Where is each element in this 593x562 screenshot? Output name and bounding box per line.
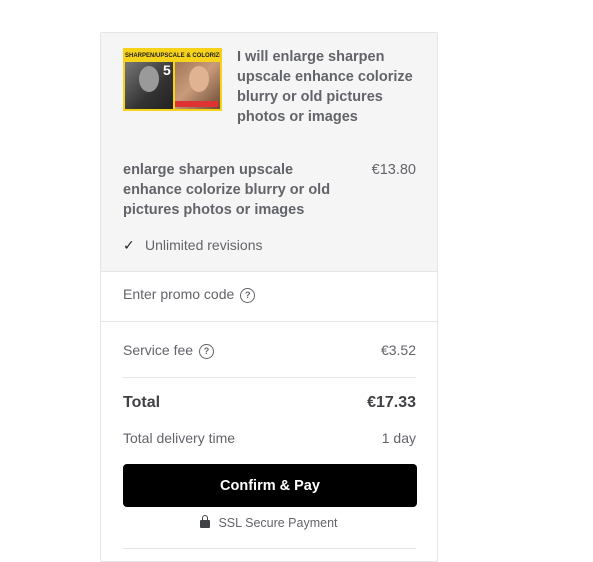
- service-fee-row: Service fee? €3.52: [123, 339, 416, 361]
- lock-icon: [200, 515, 211, 528]
- delivery-time-label: Total delivery time: [123, 430, 236, 446]
- delivery-time-row: Total delivery time 1 day: [123, 428, 416, 448]
- service-fee-label-group: Service fee?: [123, 339, 215, 361]
- package-title: enlarge sharpen upscale enhance colorize…: [123, 162, 331, 218]
- gig-title[interactable]: I will enlarge sharpen upscale enhance c…: [237, 47, 423, 127]
- thumbnail-number: 5: [163, 62, 171, 78]
- ssl-label: SSL Secure Payment: [218, 516, 338, 530]
- divider: [123, 548, 416, 549]
- total-value: €17.33: [367, 394, 416, 411]
- gig-thumbnail[interactable]: SHARPEN/UPSCALE & COLORIZE 5: [123, 48, 222, 111]
- after-face: [189, 66, 209, 92]
- service-fee-value: €3.52: [380, 342, 416, 358]
- gig-package-section: SHARPEN/UPSCALE & COLORIZE 5 I will enla…: [101, 33, 437, 272]
- package-feature: ✓ Unlimited revisions: [123, 235, 262, 255]
- promo-code-link[interactable]: Enter promo code?: [123, 284, 256, 304]
- promo-code-label[interactable]: Enter promo code: [123, 286, 234, 302]
- package-price: €13.80: [371, 162, 416, 178]
- feature-label: Unlimited revisions: [145, 237, 263, 253]
- checkmark-icon: ✓: [123, 237, 135, 253]
- divider: [101, 321, 437, 322]
- service-fee-help-icon[interactable]: ?: [199, 344, 215, 359]
- service-fee-label: Service fee: [123, 342, 194, 358]
- total-row: Total €17.33: [123, 391, 416, 415]
- thumbnail-banner: SHARPEN/UPSCALE & COLORIZE: [125, 50, 220, 62]
- help-icon[interactable]: ?: [240, 288, 256, 303]
- delivery-time-value: 1 day: [381, 430, 416, 446]
- confirm-pay-button[interactable]: Confirm & Pay: [123, 464, 417, 507]
- before-face: [139, 66, 159, 92]
- divider: [123, 377, 416, 378]
- ssl-secure-payment: SSL Secure Payment: [101, 515, 437, 531]
- order-summary-card: SHARPEN/UPSCALE & COLORIZE 5 I will enla…: [100, 32, 438, 562]
- total-label: Total: [123, 394, 161, 411]
- thumbnail-strip: [175, 101, 218, 107]
